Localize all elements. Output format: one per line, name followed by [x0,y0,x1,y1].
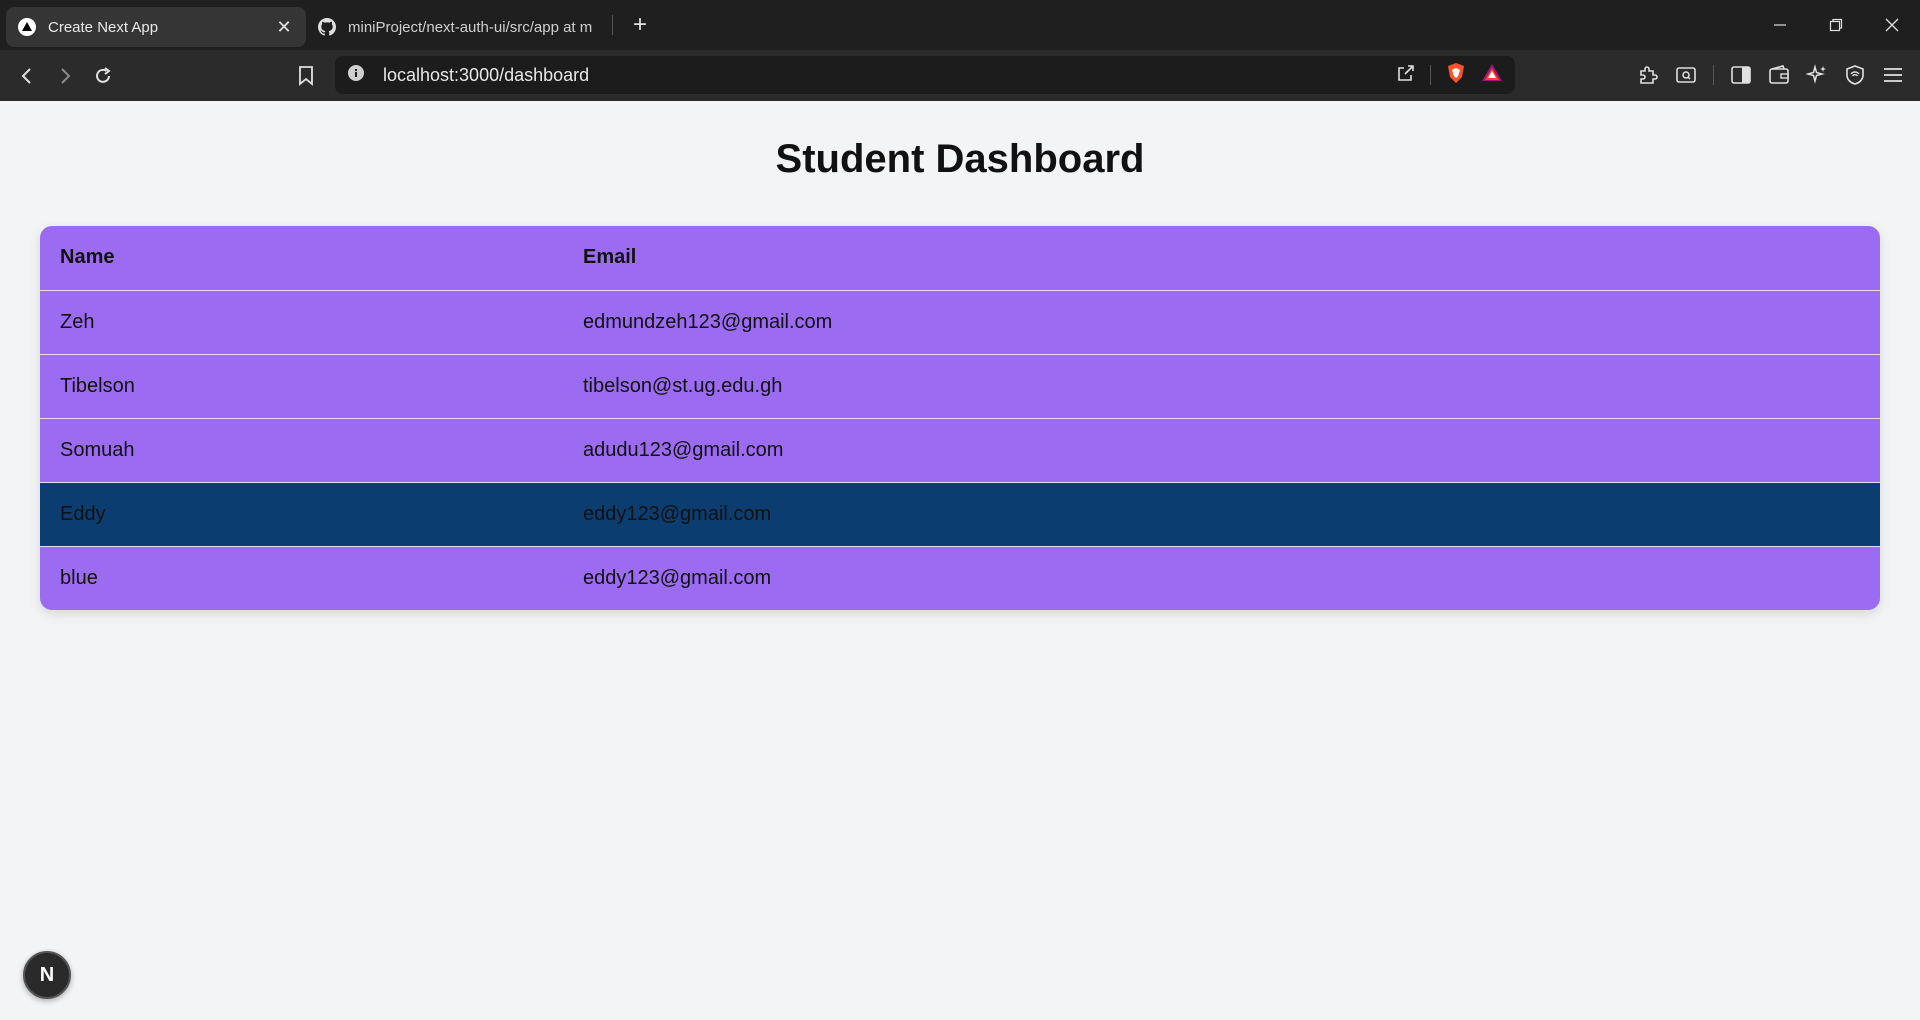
tab-title: Create Next App [48,18,159,36]
student-email: tibelson@st.ug.edu.gh [563,353,1880,418]
student-email: eddy123@gmail.com [563,545,1880,610]
vpn-shield-icon[interactable] [1838,58,1872,92]
table-row-highlighted[interactable]: Eddy eddy123@gmail.com [40,481,1880,546]
column-header-email: Email [583,246,637,269]
student-email: edmundzeh123@gmail.com [583,310,833,333]
tab-create-next-app[interactable]: Create Next App ✕ [6,7,306,47]
toolbar-right [1631,56,1910,94]
wallet-icon[interactable] [1762,58,1796,92]
share-icon[interactable] [1396,63,1416,88]
table-row[interactable]: blue eddy123@gmail.com [40,545,1880,610]
forward-icon[interactable] [46,57,84,95]
nextjs-dev-indicator-button[interactable]: N [23,951,71,999]
bookmark-icon[interactable] [287,57,325,95]
student-name: Somuah [40,417,563,482]
student-email: adudu123@gmail.com [563,417,1880,482]
restore-icon[interactable] [1808,0,1864,50]
tab-github[interactable]: miniProject/next-auth-ui/src/app at m [306,7,606,47]
divider [1713,65,1714,85]
table-row[interactable]: Somuah adudu123@gmail.com [40,417,1880,482]
nextjs-triangle-icon [18,18,36,36]
brave-rewards-icon[interactable] [1481,62,1503,89]
tab-divider [612,15,613,35]
divider [1430,65,1431,85]
table-row[interactable]: Tibelson tibelson@st.ug.edu.gh [40,353,1880,418]
table-header-row: Name Email [40,226,1880,290]
tab-title: miniProject/next-auth-ui/src/app at m [348,18,593,36]
new-tab-button[interactable]: + [623,8,657,42]
browser-tabbar: Create Next App ✕ miniProject/next-auth-… [0,0,1920,50]
back-icon[interactable] [8,57,46,95]
menu-icon[interactable] [1876,58,1910,92]
student-email: eddy123@gmail.com [563,481,1880,546]
page-title: Student Dashboard [775,137,1145,181]
student-name: Tibelson [40,353,563,418]
student-name: Eddy [40,481,563,546]
table-row[interactable]: Zeh edmundzeh123@gmail.com [40,290,1880,354]
site-info-icon[interactable] [347,64,365,87]
url-text[interactable]: localhost:3000/dashboard [383,65,1396,86]
student-name: blue [40,545,563,610]
minimize-icon[interactable] [1752,0,1808,50]
students-table: Name Email Zeh edmundzeh123@gmail.com Ti… [40,226,1880,610]
column-header-name: Name [60,246,115,269]
sidebar-icon[interactable] [1724,58,1758,92]
github-icon [318,18,336,36]
extensions-icon[interactable] [1631,58,1665,92]
leo-ai-icon[interactable] [1800,58,1834,92]
page-content: Student Dashboard Name Email Zeh edmundz… [0,101,1920,1020]
window-controls [1752,0,1920,50]
browser-toolbar: localhost:3000/dashboard [0,50,1920,101]
reload-icon[interactable] [84,57,122,95]
address-bar[interactable]: localhost:3000/dashboard [335,56,1515,94]
close-window-icon[interactable] [1864,0,1920,50]
brave-shields-icon[interactable] [1445,62,1467,89]
close-icon[interactable]: ✕ [274,17,294,37]
reader-mode-icon[interactable] [1669,58,1703,92]
student-name: Zeh [60,310,95,333]
